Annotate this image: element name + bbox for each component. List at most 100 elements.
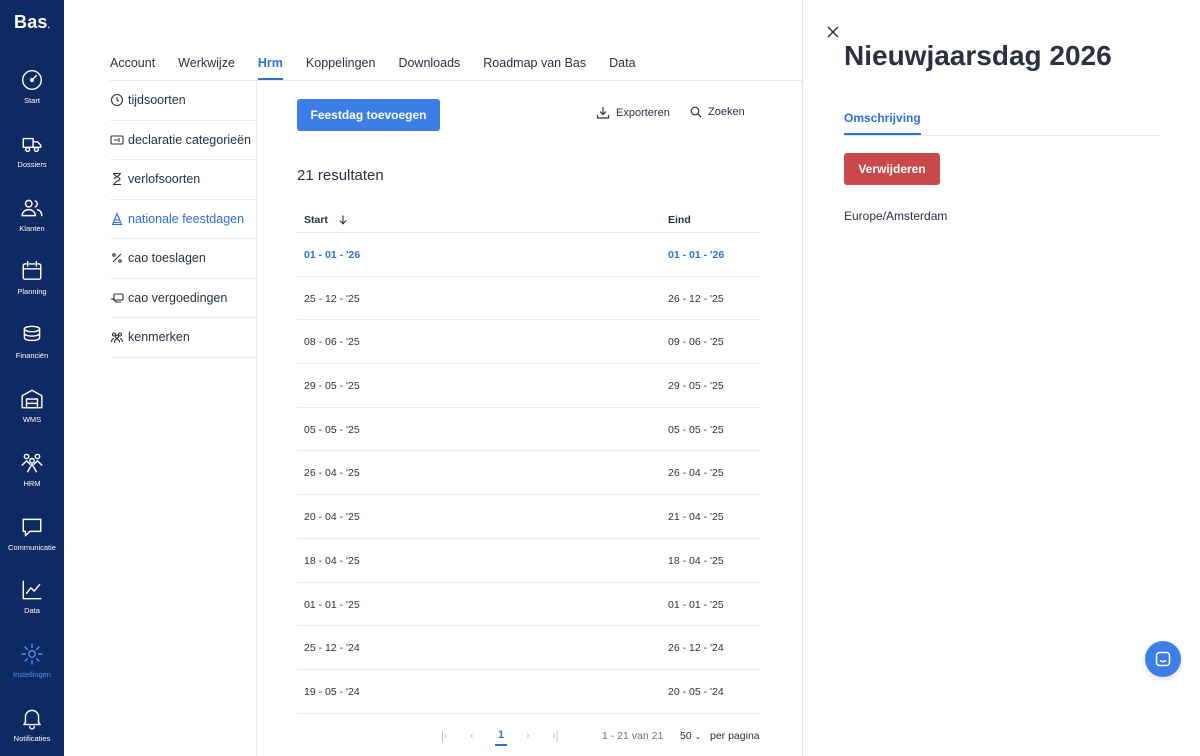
nav-label: Financiën xyxy=(15,351,49,361)
download-icon xyxy=(596,107,610,119)
subnav-item-tijdsoorten[interactable]: tijdsoorten xyxy=(110,81,256,121)
subnav-label: cao toeslagen xyxy=(128,251,206,266)
nav-label: Start xyxy=(24,96,40,105)
subnav-label: nationale feestdagen xyxy=(128,211,245,226)
panel-tabs-divider xyxy=(844,135,1159,136)
nav-label: Notificaties xyxy=(13,734,51,743)
table-row[interactable]: 20 - 04 - '25 21 - 04 - '25 xyxy=(297,495,761,539)
per-page-select[interactable]: 50 ⌄ xyxy=(680,730,701,742)
party-hat-icon xyxy=(111,211,123,225)
table-header: Start Eind xyxy=(297,206,761,233)
table-row[interactable]: 19 - 05 - '24 20 - 05 - '24 xyxy=(297,670,761,714)
end-cell: 26 - 12 - '24 xyxy=(668,642,724,655)
tab-werkwijze[interactable]: Werkwijze xyxy=(178,56,235,80)
nav-item-dossiers[interactable]: Dossiers xyxy=(0,132,64,188)
table-row[interactable]: 18 - 04 - '25 18 - 04 - '25 xyxy=(297,539,761,583)
users-icon xyxy=(21,199,43,216)
subnav-divider xyxy=(256,81,257,756)
nav-item-start[interactable]: Start xyxy=(0,68,64,124)
holidays-table: Start Eind 01 - 01 - '26 01 - 01 - '26 25 … xyxy=(297,206,761,714)
tab-hrm[interactable]: Hrm xyxy=(257,56,283,80)
nav-label: Planning xyxy=(17,287,47,297)
first-page-icon[interactable]: |‹ xyxy=(441,730,448,742)
subnav-item-cao-toeslagen[interactable]: cao toeslagen xyxy=(110,239,256,279)
nav-item-financin[interactable]: Financiën xyxy=(0,323,64,379)
table-row[interactable]: 26 - 04 - '25 26 - 04 - '25 xyxy=(297,451,761,496)
start-column-header[interactable]: Start xyxy=(304,214,350,226)
nav-label: Dossiers xyxy=(17,159,47,169)
table-row[interactable]: 25 - 12 - '24 26 - 12 - '24 xyxy=(297,626,761,670)
nav-label: Data xyxy=(24,606,40,616)
search-label: Zoeken xyxy=(708,106,745,118)
tab-roadmap-van-bas[interactable]: Roadmap van Bas xyxy=(483,56,586,80)
nav-label: Communicatie xyxy=(8,542,56,552)
search-button[interactable]: Zoeken xyxy=(690,106,745,118)
end-column-header[interactable]: Eind xyxy=(668,214,691,226)
tab-omschrijving[interactable]: Omschrijving xyxy=(844,111,921,135)
nav-item-planning[interactable]: Planning xyxy=(0,259,64,315)
panel-title: Nieuwjaarsdag 2026 xyxy=(844,40,1112,71)
team-icon xyxy=(21,453,43,473)
last-page-icon[interactable]: ›| xyxy=(552,730,559,742)
nav-item-instellingen[interactable]: Instellingen xyxy=(0,642,64,698)
end-cell: 20 - 05 - '24 xyxy=(668,685,724,698)
start-cell: 20 - 04 - '25 xyxy=(304,511,360,524)
delete-button[interactable]: Verwijderen xyxy=(844,153,940,185)
start-cell: 26 - 04 - '25 xyxy=(304,467,360,480)
nav-label: Instellingen xyxy=(13,670,51,680)
tab-koppelingen[interactable]: Koppelingen xyxy=(306,56,376,80)
export-button[interactable]: Exporteren xyxy=(596,106,670,120)
gear-icon xyxy=(21,643,43,665)
start-cell: 01 - 01 - '26 xyxy=(304,249,361,261)
start-cell: 19 - 05 - '24 xyxy=(304,685,360,698)
panel-divider xyxy=(802,0,803,756)
pagination-range: 1 - 21 van 21 xyxy=(602,730,664,742)
subnav-label: kenmerken xyxy=(128,330,190,345)
current-page[interactable]: 1 xyxy=(495,729,507,746)
start-cell: 25 - 12 - '24 xyxy=(304,642,360,655)
nav-label: WMS xyxy=(22,415,42,424)
table-row[interactable]: 08 - 06 - '25 09 - 06 - '25 xyxy=(297,320,761,365)
subnav-label: declaratie categorieën xyxy=(128,132,251,147)
end-cell: 01 - 01 - '25 xyxy=(668,598,724,611)
nav-item-wms[interactable]: WMS xyxy=(0,387,64,443)
subnav-item-nationale-feestdagen[interactable]: nationale feestdagen xyxy=(110,200,256,239)
export-label: Exporteren xyxy=(616,107,670,119)
next-page-icon[interactable]: › xyxy=(526,730,530,742)
tab-data[interactable]: Data xyxy=(609,56,635,80)
start-cell: 01 - 01 - '25 xyxy=(304,598,360,611)
tab-downloads[interactable]: Downloads xyxy=(398,56,460,80)
nav-item-klanten[interactable]: Klanten xyxy=(0,196,64,252)
subnav-item-declaratie-categorieën[interactable]: declaratie categorieën xyxy=(110,121,256,160)
clock-icon xyxy=(110,94,124,107)
subnav-item-verlofsoorten[interactable]: verlofsoorten xyxy=(110,160,256,200)
table-row[interactable]: 05 - 05 - '25 05 - 05 - '25 xyxy=(297,408,761,452)
end-cell: 29 - 05 - '25 xyxy=(668,380,724,393)
per-page-label: per pagina xyxy=(710,730,760,742)
dashboard-icon xyxy=(22,70,42,90)
nav-item-notificaties[interactable]: Notificaties xyxy=(0,706,64,756)
start-cell: 29 - 05 - '25 xyxy=(304,380,360,393)
subnav-item-cao-vergoedingen[interactable]: cao vergoedingen xyxy=(110,279,256,318)
start-header-label: Start xyxy=(304,214,328,226)
add-holiday-button[interactable]: Feestdag toevoegen xyxy=(297,99,440,131)
prev-page-icon[interactable]: ‹ xyxy=(470,730,474,742)
nav-item-data[interactable]: Data xyxy=(0,578,64,634)
subnav-label: verlofsoorten xyxy=(128,172,201,187)
settings-tabs: Account Werkwijze Hrm Koppelingen Downloads R… xyxy=(110,56,659,80)
tab-account[interactable]: Account xyxy=(110,56,155,80)
end-cell: 26 - 12 - '25 xyxy=(668,292,724,305)
bas-logo[interactable]: Bas. xyxy=(14,12,50,33)
table-row[interactable]: 01 - 01 - '25 01 - 01 - '25 xyxy=(297,583,761,627)
close-icon[interactable] xyxy=(825,24,841,40)
chat-launcher-button[interactable] xyxy=(1145,641,1181,677)
people-group-icon xyxy=(110,332,124,343)
table-row[interactable]: 29 - 05 - '25 29 - 05 - '25 xyxy=(297,364,761,408)
timezone-value: Europe/Amsterdam xyxy=(844,209,948,223)
table-row[interactable]: 01 - 01 - '26 01 - 01 - '26 xyxy=(297,233,761,277)
nav-item-communicatie[interactable]: Communicatie xyxy=(0,515,64,571)
nav-item-hrm[interactable]: HRM xyxy=(0,451,64,507)
table-row[interactable]: 25 - 12 - '25 26 - 12 - '25 xyxy=(297,277,761,321)
end-cell: 09 - 06 - '25 xyxy=(668,336,724,349)
subnav-item-kenmerken[interactable]: kenmerken xyxy=(110,318,256,358)
